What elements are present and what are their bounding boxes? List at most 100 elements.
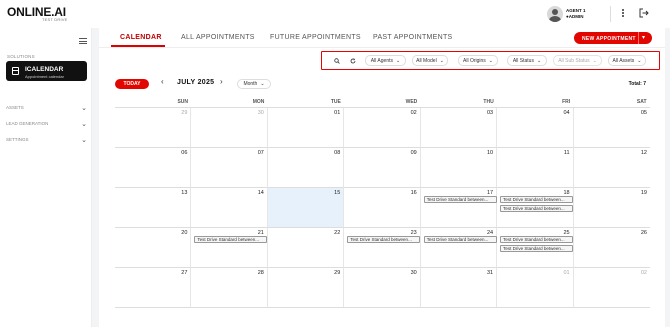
day-cell[interactable]: 10 [420,148,498,188]
sidebar-collapse-icon[interactable] [79,38,87,44]
chevron-down-icon: ⌄ [81,105,87,112]
day-number: 15 [334,190,341,196]
day-cell[interactable]: 16 [344,188,421,228]
tab-future-appointments[interactable]: FUTURE APPOINTMENTS [270,34,361,41]
day-number: 19 [640,190,647,196]
filter-bar: All Agents ⌄ All Model ⌄ All Origins ⌄ All … [321,51,660,70]
appointment-event[interactable]: Test Drive Standard between... [347,236,421,243]
day-cell[interactable]: 09 [344,148,421,188]
appointment-event[interactable]: Test Drive Standard between... [423,236,497,243]
day-number: 09 [410,150,417,156]
day-cell[interactable]: 14 [191,188,268,228]
refresh-icon[interactable] [347,55,358,66]
new-appointment-button[interactable]: NEW APPOINTMENT ▾ [574,32,652,44]
brand-tagline: TEST DRIVE [42,17,68,22]
sidebar-group-assets[interactable]: ASSETS ⌄ [6,105,88,113]
caret-down-icon[interactable]: ▾ [642,34,645,41]
day-number: 16 [410,190,417,196]
appointment-event[interactable]: Test Drive Standard between... [194,236,268,243]
day-cell[interactable]: 12 [573,148,650,188]
assets-filter[interactable]: All Assets ⌄ [608,55,646,66]
user-menu[interactable]: AGENT 1 ●ADMIN [547,6,586,22]
appointment-event[interactable]: Test Drive Standard between... [500,236,574,243]
day-number: 01 [563,270,570,276]
next-month-icon[interactable]: › [220,77,223,86]
chevron-down-icon: ⌄ [81,121,87,128]
day-cell[interactable]: 31 [420,268,498,308]
day-cell[interactable]: 06 [115,148,192,188]
day-number: 20 [181,230,188,236]
day-cell[interactable]: 18 Test Drive Standard between... Test Dri… [497,188,574,228]
chevron-down-icon: ⌄ [81,137,87,144]
day-number: 14 [257,190,264,196]
day-cell[interactable]: 29 [267,268,345,308]
day-cell[interactable]: 15 [267,188,345,228]
appointment-event[interactable]: Test Drive Standard between... [500,245,574,252]
appointment-event[interactable]: Test Drive Standard between... [500,205,574,212]
avatar[interactable] [547,6,563,22]
day-cell[interactable]: 29 [115,108,192,148]
appointment-event[interactable]: Test Drive Standard between... [423,196,497,203]
more-options-icon[interactable] [620,8,626,20]
day-cell[interactable]: 20 [115,228,192,268]
search-icon[interactable] [331,55,342,66]
prev-month-icon[interactable]: ‹ [161,77,164,86]
day-cell[interactable]: 19 [573,188,650,228]
day-number: 01 [334,110,341,116]
day-number: 29 [181,110,188,116]
tab-bar: CALENDAR ALL APPOINTMENTS FUTURE APPOINT… [99,28,665,48]
model-filter[interactable]: All Model ⌄ [412,55,448,66]
sidebar-group-lead-generation[interactable]: LEAD GENERATION ⌄ [6,121,88,129]
day-number: 22 [334,230,341,236]
day-cell[interactable]: 13 [115,188,192,228]
tab-calendar[interactable]: CALENDAR [120,34,162,41]
today-button[interactable]: TODAY [115,79,149,89]
day-cell[interactable]: 02 [344,108,421,148]
day-cell[interactable]: 22 [267,228,345,268]
day-cell[interactable]: 17 Test Drive Standard between... [420,188,498,228]
day-cell[interactable]: 24 Test Drive Standard between... [420,228,498,268]
solutions-label: SOLUTIONS [7,54,35,59]
day-number: 12 [640,150,647,156]
weekday-label: SAT [636,99,647,105]
tab-past-appointments[interactable]: PAST APPOINTMENTS [373,34,453,41]
day-number: 04 [563,110,570,116]
day-cell[interactable]: 28 [191,268,268,308]
day-cell[interactable]: 01 [267,108,345,148]
sidebar-item-icalendar[interactable]: ICALENDAR Appointment calendar [6,61,87,81]
day-cell[interactable]: 11 [497,148,574,188]
tab-all-appointments[interactable]: ALL APPOINTMENTS [181,34,255,41]
agents-filter[interactable]: All Agents ⌄ [365,55,406,66]
day-cell[interactable]: 05 [573,108,650,148]
day-number: 10 [487,150,494,156]
day-cell[interactable]: 23 Test Drive Standard between... [344,228,421,268]
day-cell[interactable]: 04 [497,108,574,148]
appointment-event[interactable]: Test Drive Standard between... [500,196,574,203]
day-cell[interactable]: 21 Test Drive Standard between... [191,228,268,268]
day-number: 28 [257,270,264,276]
weekday-label: THU [483,99,494,105]
day-number: 07 [257,150,264,156]
view-select[interactable]: Month ⌄ [237,79,271,89]
origins-filter[interactable]: All Origins ⌄ [458,55,498,66]
day-cell[interactable]: 25 Test Drive Standard between... Test Dri… [497,228,574,268]
day-cell[interactable]: 30 [191,108,268,148]
day-cell[interactable]: 30 [344,268,421,308]
day-cell[interactable]: 26 [573,228,650,268]
day-cell[interactable]: 02 [573,268,650,308]
day-cell[interactable]: 01 [497,268,574,308]
day-cell[interactable]: 08 [267,148,345,188]
logout-icon[interactable] [639,8,649,18]
main-content: CALENDAR ALL APPOINTMENTS FUTURE APPOINT… [99,28,665,327]
day-cell[interactable]: 27 [115,268,192,308]
day-cell[interactable]: 07 [191,148,268,188]
calendar-icon [12,67,19,75]
sidebar-group-settings[interactable]: SETTINGS ⌄ [6,137,88,145]
day-cell[interactable]: 03 [420,108,498,148]
status-filter[interactable]: All Status ⌄ [507,55,547,66]
top-bar: ONLINE.AI TEST DRIVE AGENT 1 ●ADMIN [0,0,670,28]
active-tab-indicator [111,45,165,47]
day-number: 03 [487,110,494,116]
weekday-label: WED [405,99,418,105]
weekday-label: SUN [177,99,188,105]
